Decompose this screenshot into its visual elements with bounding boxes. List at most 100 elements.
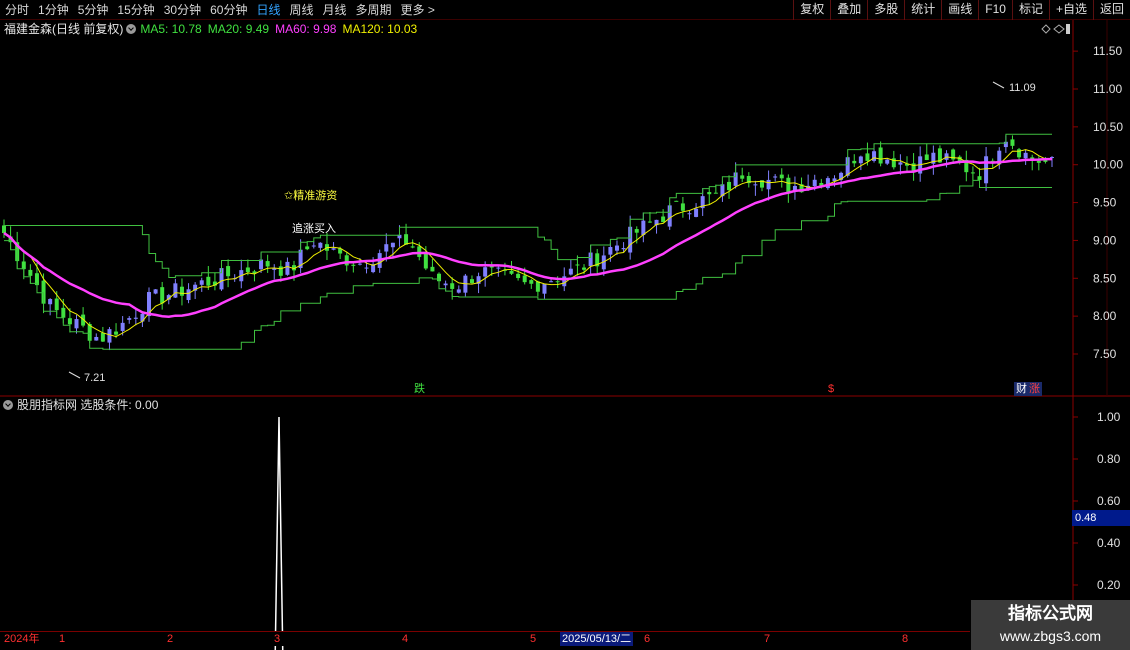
price-label-4: 9.50 [1093, 196, 1117, 210]
price-label-8: 7.50 [1093, 347, 1117, 361]
ind-label-4: 0.20 [1097, 578, 1121, 592]
candle-body [456, 289, 461, 293]
candle-body [450, 283, 455, 289]
date-axis: 2024年 1 2 3 4 5 2025/05/13/二 6 7 8 [0, 631, 970, 646]
candle-body [390, 242, 395, 248]
candle-body [272, 268, 277, 270]
candle-body [753, 184, 758, 186]
candle-body [404, 234, 409, 245]
candle-body [535, 281, 540, 292]
candle-body [687, 213, 692, 215]
candle-body [984, 156, 989, 184]
ind-label-3: 0.40 [1097, 536, 1121, 550]
indicator-condition: 选股条件: 0.00 [80, 398, 159, 412]
candle-body [634, 229, 639, 233]
candle-body [529, 280, 534, 284]
candle-body [766, 179, 771, 190]
candle-body [878, 147, 883, 164]
date-label-6: 2025/05/13/二 [560, 632, 634, 646]
date-label-8: 7 [764, 633, 771, 645]
candle-body [509, 270, 514, 274]
candle-body [318, 242, 323, 248]
price-label-1: 11.00 [1093, 82, 1122, 96]
chevron-down-icon[interactable] [3, 400, 13, 410]
candle-body [924, 154, 929, 161]
candle-body [331, 248, 336, 250]
candle-body [311, 245, 316, 247]
candle-body [305, 246, 310, 250]
candle-body [740, 175, 745, 179]
candle-body [61, 307, 66, 318]
candle-body [67, 318, 72, 325]
candle-body [661, 216, 666, 223]
label-zhuizhang: 追涨买入 [292, 223, 336, 235]
label-zhang: 涨 [1027, 382, 1042, 396]
candle-body [898, 162, 903, 165]
candle-body [779, 174, 784, 179]
candle-body [727, 181, 732, 191]
candle-body [496, 267, 501, 269]
diamond-icon [1041, 24, 1051, 34]
candle-body [285, 261, 290, 275]
price-label-0: 11.50 [1093, 44, 1122, 58]
candle-body [773, 176, 778, 178]
indicator-title[interactable]: 股朋指标网 [17, 398, 77, 412]
candle-body [858, 156, 863, 164]
price-label-2: 10.50 [1093, 120, 1123, 134]
label-die: 跌 [414, 383, 425, 395]
candle-body [153, 289, 158, 294]
watermark: 指标公式网 www.zbgs3.com [971, 600, 1130, 650]
chart-canvas[interactable]: 11.5011.0010.5010.009.509.008.508.007.50… [0, 0, 1130, 650]
candle-body [127, 318, 132, 320]
price-label-3: 10.00 [1093, 158, 1123, 172]
candle-body [469, 279, 474, 284]
candle-body [614, 245, 619, 251]
candle-body [2, 225, 6, 234]
candle-body [417, 246, 422, 257]
high-mark-leader [992, 81, 1005, 89]
candle-body [707, 192, 712, 195]
candle-body [199, 280, 204, 285]
candle-body [970, 172, 975, 174]
candle-body [94, 336, 99, 341]
candle-body [54, 298, 59, 311]
upper-band [4, 133, 1052, 278]
low-mark-leader [68, 371, 81, 379]
price-label-5: 9.00 [1093, 233, 1117, 247]
candle-body [549, 281, 554, 283]
candle-body [28, 269, 33, 276]
candle-body [443, 283, 448, 286]
scroll-marker-icon [1066, 24, 1070, 34]
candle-body [21, 261, 26, 270]
candle-body [265, 261, 270, 267]
candle-body [114, 331, 119, 335]
candle-body [120, 322, 125, 331]
candle-body [575, 264, 580, 266]
label-jingzhun: ✩精准游资 [284, 190, 338, 202]
diamond-icon [1053, 24, 1065, 34]
candle-body [608, 246, 613, 255]
candle-body [1036, 160, 1041, 163]
candle-body [173, 283, 178, 298]
candle-body [516, 273, 521, 279]
candle-body [351, 264, 356, 266]
candle-body [812, 179, 817, 187]
candle-body [852, 160, 857, 164]
date-label-7: 6 [644, 633, 651, 645]
candle-body [641, 220, 646, 236]
candle-body [226, 266, 231, 277]
candle-body [186, 289, 191, 301]
date-label-2: 2 [167, 633, 174, 645]
candle-body [647, 221, 652, 223]
candle-body [206, 276, 211, 286]
date-label-0: 2024年 [4, 633, 40, 645]
ind-label-0: 1.00 [1097, 410, 1121, 424]
low-price-mark: 7.21 [84, 372, 106, 384]
price-label-6: 8.50 [1093, 271, 1117, 285]
candle-body [430, 266, 435, 272]
candle-body [100, 332, 105, 342]
candle-body [555, 281, 560, 283]
candle-body [865, 153, 870, 161]
indicator-current-value: 0.48 [1072, 510, 1130, 526]
candle-body [364, 267, 369, 269]
